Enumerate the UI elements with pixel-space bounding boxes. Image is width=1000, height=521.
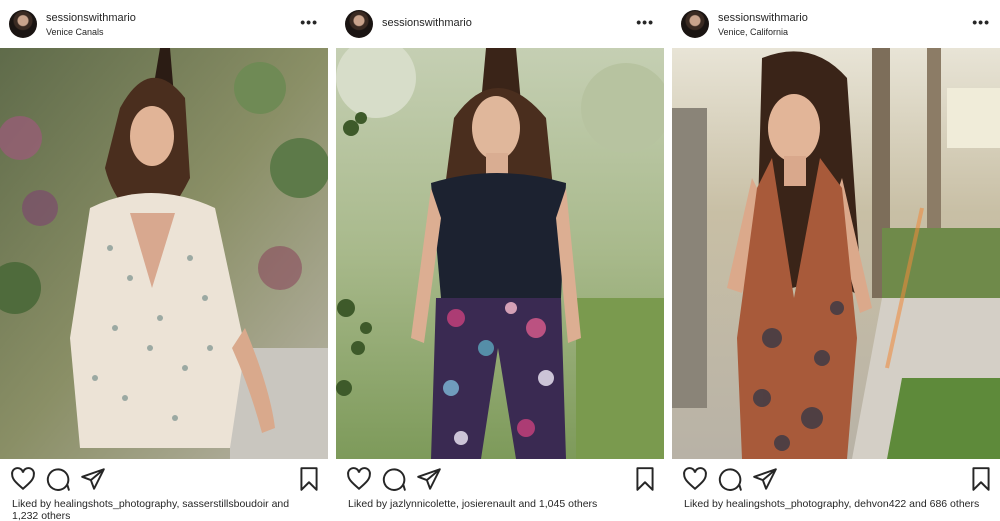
username[interactable]: sessionswithmario xyxy=(718,12,808,24)
instagram-feed: sessionswithmario Venice Canals ••• Like… xyxy=(0,0,1000,521)
liked-by-label: Liked by xyxy=(684,498,724,510)
separator: , xyxy=(455,498,459,510)
heart-icon[interactable] xyxy=(346,466,372,492)
liker-link[interactable]: josierenault xyxy=(462,498,516,510)
avatar[interactable] xyxy=(9,10,37,38)
liker-link[interactable]: jazlynnicolette xyxy=(390,498,456,510)
likes-text: Liked by healingshots_photography, dehvo… xyxy=(684,498,984,510)
post-actions xyxy=(0,462,328,494)
liker-link[interactable]: sasserstillsboudoir xyxy=(182,498,268,510)
avatar[interactable] xyxy=(681,10,709,38)
heart-icon[interactable] xyxy=(682,466,708,492)
liker-link[interactable]: healingshots_photography xyxy=(54,498,176,510)
post-photo[interactable] xyxy=(336,48,664,459)
likes-text: Liked by healingshots_photography, sasse… xyxy=(12,498,312,521)
divider xyxy=(664,0,672,521)
post-photo[interactable] xyxy=(672,48,1000,459)
more-options-icon[interactable]: ••• xyxy=(636,14,654,30)
more-options-icon[interactable]: ••• xyxy=(972,14,990,30)
share-icon[interactable] xyxy=(416,466,442,492)
post-header: sessionswithmario Venice, California ••• xyxy=(672,0,1000,48)
likes-text: Liked by jazlynnicolette, josierenault a… xyxy=(348,498,648,510)
post-1: sessionswithmario Venice Canals ••• Like… xyxy=(0,0,328,521)
others-link[interactable]: 1,232 others xyxy=(12,510,70,521)
liked-by-label: Liked by xyxy=(12,498,52,510)
post-header: sessionswithmario Venice Canals ••• xyxy=(0,0,328,48)
others-link[interactable]: 1,045 others xyxy=(539,498,597,510)
location[interactable]: Venice, California xyxy=(718,27,788,37)
separator: , xyxy=(848,498,852,510)
divider xyxy=(328,0,336,521)
post-actions xyxy=(336,462,664,494)
others-link[interactable]: 686 others xyxy=(930,498,980,510)
comment-icon[interactable] xyxy=(717,466,743,492)
share-icon[interactable] xyxy=(80,466,106,492)
liked-by-label: Liked by xyxy=(348,498,388,510)
bookmark-icon[interactable] xyxy=(296,466,322,492)
post-header: sessionswithmario ••• xyxy=(336,0,664,48)
post-actions xyxy=(672,462,1000,494)
comment-icon[interactable] xyxy=(45,466,71,492)
post-photo[interactable] xyxy=(0,48,328,459)
bookmark-icon[interactable] xyxy=(968,466,994,492)
username[interactable]: sessionswithmario xyxy=(382,17,472,29)
liker-link[interactable]: healingshots_photography xyxy=(726,498,848,510)
avatar[interactable] xyxy=(345,10,373,38)
and-label: and xyxy=(909,498,927,510)
and-label: and xyxy=(518,498,536,510)
liker-link[interactable]: dehvon422 xyxy=(854,498,906,510)
and-label: and xyxy=(271,498,290,510)
location[interactable]: Venice Canals xyxy=(46,27,104,37)
share-icon[interactable] xyxy=(752,466,778,492)
more-options-icon[interactable]: ••• xyxy=(300,14,318,30)
post-2: sessionswithmario ••• Liked by jazlynnic… xyxy=(336,0,664,521)
heart-icon[interactable] xyxy=(10,466,36,492)
post-3: sessionswithmario Venice, California ••• xyxy=(672,0,1000,521)
username[interactable]: sessionswithmario xyxy=(46,12,136,24)
bookmark-icon[interactable] xyxy=(632,466,658,492)
separator: , xyxy=(176,498,180,510)
comment-icon[interactable] xyxy=(381,466,407,492)
